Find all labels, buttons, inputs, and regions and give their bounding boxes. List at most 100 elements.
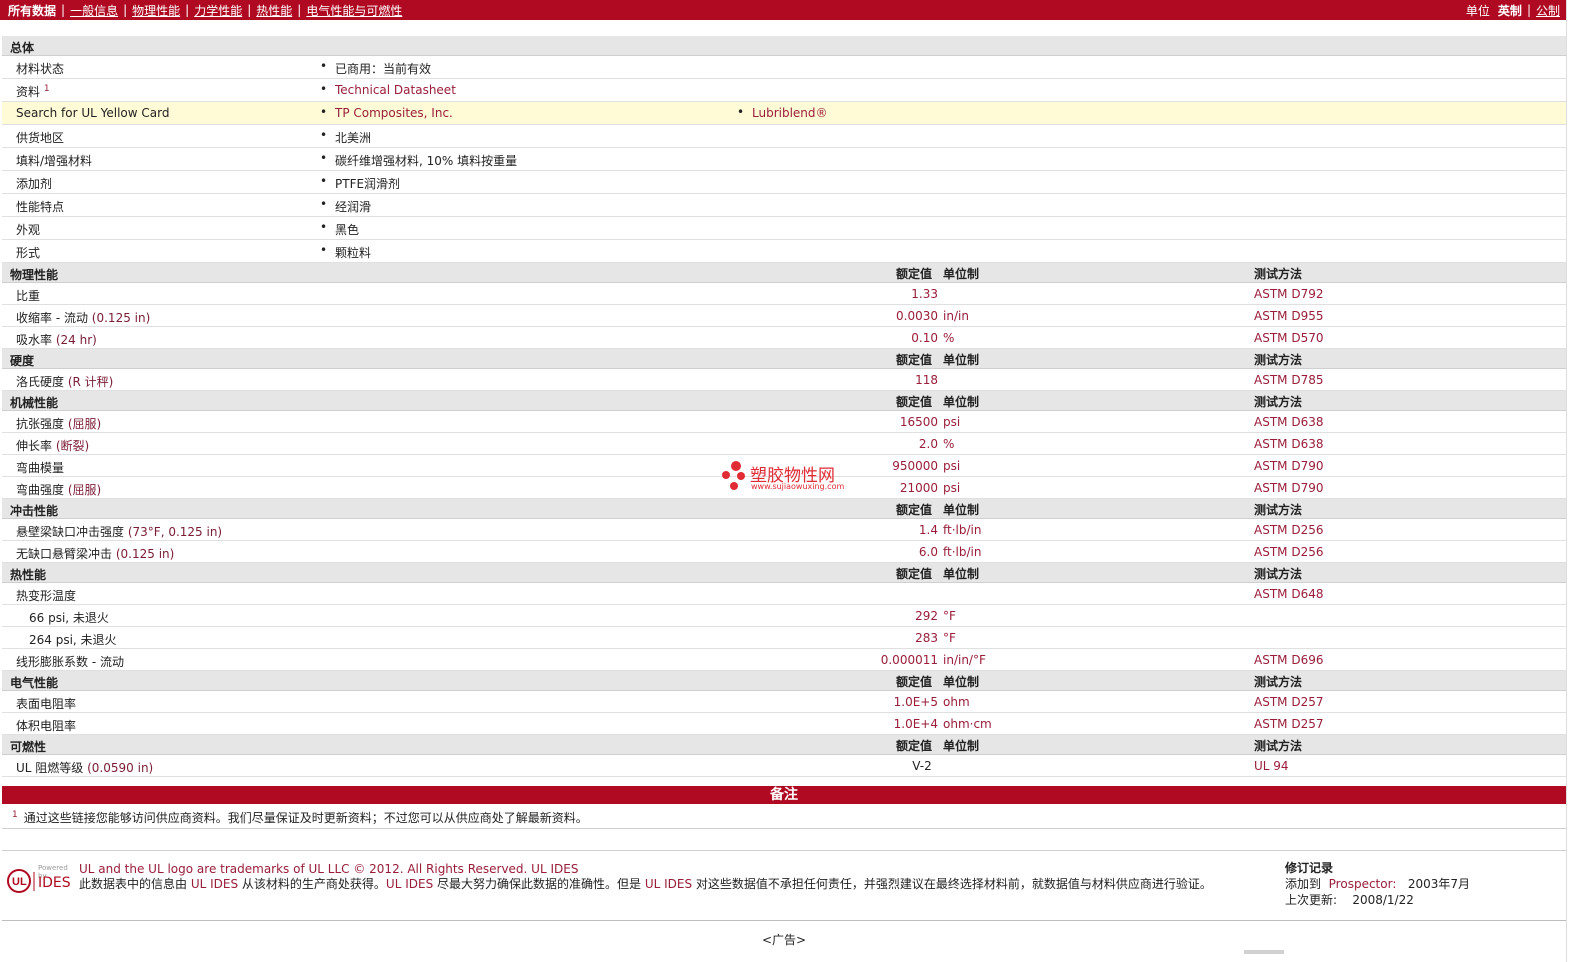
property-row: 热变形温度 ASTM D648 bbox=[2, 583, 1566, 605]
footnote-ref[interactable]: 1 bbox=[44, 84, 50, 94]
property-value: 6.0 bbox=[918, 545, 938, 559]
general-row: 供货地区 • 北美洲 bbox=[2, 125, 1566, 148]
units-label: 单位 bbox=[1465, 3, 1490, 18]
disclaimer-text: 对这些数据值不承担任何责任，并强烈建议在最终选择材料前，就数据值与材料供应商进行… bbox=[692, 877, 1212, 891]
nav-all-data[interactable]: 所有数据 bbox=[8, 2, 56, 19]
property-label: 弯曲模量 bbox=[16, 459, 64, 476]
divider bbox=[2, 850, 1566, 851]
revision-title: 修订记录 bbox=[1285, 861, 1334, 875]
general-label: 材料状态 bbox=[16, 60, 64, 77]
property-condition: (73°F, 0.125 in) bbox=[127, 525, 223, 539]
disclaimer-brand: UL IDES bbox=[644, 877, 693, 891]
section-title: 机械性能 bbox=[10, 396, 59, 410]
property-unit: in/in bbox=[943, 309, 969, 323]
property-value: 0.000011 bbox=[880, 653, 938, 667]
general-label: 性能特点 bbox=[16, 198, 64, 215]
property-name: 伸长率 bbox=[16, 439, 53, 453]
property-name: 弯曲强度 bbox=[16, 483, 65, 497]
property-label: 体积电阻率 bbox=[16, 717, 76, 734]
property-label: 热变形温度 bbox=[16, 587, 76, 604]
datasheet: 总体 材料状态 • 已商用：当前有效 资料 1 • Technical Datasheet S… bbox=[2, 36, 1566, 777]
property-row: 线形膨胀系数 - 流动 0.000011 in/in/°F ASTM D696 bbox=[2, 649, 1566, 671]
note-item: 1 通过这些链接您能够访问供应商资料。我们尽量保证及时更新资料；不过您可以从供应商… bbox=[12, 809, 588, 826]
test-method: ASTM D257 bbox=[1254, 717, 1324, 731]
unit-metric-link[interactable]: 公制 bbox=[1536, 2, 1560, 19]
disclaimer-text: 尽最大努力确保此数据的准确性。但是 bbox=[433, 877, 645, 891]
property-name: 表面电阻率 bbox=[16, 697, 77, 711]
property-condition: (0.125 in) bbox=[115, 547, 175, 561]
property-label: 66 psi, 未退火 bbox=[29, 609, 109, 626]
general-label: 资料 1 bbox=[16, 83, 50, 100]
scrollbar-thumb[interactable] bbox=[1244, 950, 1284, 954]
property-row: 66 psi, 未退火 292 °F bbox=[2, 605, 1566, 627]
nav-separator: | bbox=[247, 3, 252, 17]
bullet-icon: • bbox=[320, 128, 328, 142]
nav-general-info[interactable]: 一般信息 bbox=[70, 2, 118, 19]
note-number: 1 bbox=[12, 810, 18, 820]
property-label: 抗张强度 (屈服) bbox=[16, 415, 101, 432]
nav-mechanical[interactable]: 力学性能 bbox=[194, 2, 242, 19]
section-title: 物理性能 bbox=[10, 268, 59, 282]
property-unit: psi bbox=[943, 459, 961, 473]
property-row: UL 阻燃等级 (0.0590 in) V-2 UL 94 bbox=[2, 755, 1566, 777]
property-unit: psi bbox=[943, 481, 961, 495]
col-header-value: 额定值 bbox=[896, 503, 933, 517]
general-value-link[interactable]: TP Composites, Inc. bbox=[335, 106, 453, 120]
nav-electrical-flammability[interactable]: 电气性能与可燃性 bbox=[306, 2, 402, 19]
nav-physical[interactable]: 物理性能 bbox=[132, 2, 180, 19]
ad-label[interactable]: <广告> bbox=[762, 931, 806, 948]
property-value: 1.4 bbox=[918, 523, 938, 537]
disclaimer-text: 此数据表中的信息由 bbox=[79, 877, 191, 891]
section-header: 硬度 额定值 单位制 测试方法 bbox=[2, 349, 1566, 369]
bullet-icon: • bbox=[320, 174, 328, 188]
unit-english[interactable]: 英制 bbox=[1498, 2, 1522, 19]
general-value: 经润滑 bbox=[335, 200, 372, 214]
property-row: 伸长率 (断裂) 2.0% ASTM D638 bbox=[2, 433, 1566, 455]
property-row: 264 psi, 未退火 283 °F bbox=[2, 627, 1566, 649]
general-label-text: 添加剂 bbox=[16, 177, 53, 191]
property-row: 表面电阻率 1.0E+5 ohm ASTM D257 bbox=[2, 691, 1566, 713]
col-header-value: 额定值 bbox=[896, 739, 933, 753]
col-header-unit: 单位制 bbox=[943, 267, 980, 281]
section-header: 物理性能 额定值 单位制 测试方法 bbox=[2, 263, 1566, 283]
property-value: 0.0030 bbox=[896, 309, 938, 323]
col-header-method: 测试方法 bbox=[1254, 267, 1303, 281]
disclaimer-brand: UL IDES bbox=[190, 877, 239, 891]
nav-separator: | bbox=[1526, 3, 1531, 17]
property-unit: °F bbox=[943, 609, 956, 623]
general-value-link[interactable]: Technical Datasheet bbox=[335, 83, 456, 97]
disclaimer-text: 从该材料的生产商处获得。 bbox=[238, 877, 386, 891]
divider bbox=[2, 828, 1566, 829]
bullet-icon: • bbox=[320, 220, 328, 234]
property-unit: % bbox=[943, 331, 955, 345]
general-value: 颗粒料 bbox=[335, 246, 372, 260]
general-row: 外观 • 黑色 bbox=[2, 217, 1566, 240]
nav-separator: | bbox=[297, 3, 302, 17]
property-row: 洛氏硬度 (R 计秤) 118 ASTM D785 bbox=[2, 369, 1566, 391]
test-method: ASTM D792 bbox=[1254, 287, 1324, 301]
divider bbox=[2, 920, 1566, 921]
property-label: 比重 bbox=[16, 287, 40, 304]
property-name: 比重 bbox=[16, 289, 41, 303]
property-condition: (24 hr) bbox=[55, 333, 97, 347]
property-value: 1.0E+4 bbox=[893, 717, 938, 731]
unit-switcher: 单位 英制 | 公制 bbox=[1466, 2, 1560, 19]
nav-separator: | bbox=[185, 3, 190, 17]
section-nav: 所有数据 | 一般信息 | 物理性能 | 力学性能 | 热性能 | 电气性能与可… bbox=[8, 2, 402, 19]
col-header-method: 测试方法 bbox=[1254, 395, 1303, 409]
col-header-value: 额定值 bbox=[896, 267, 933, 281]
property-name: 无缺口悬臂梁冲击 bbox=[16, 547, 113, 561]
test-method: ASTM D790 bbox=[1254, 459, 1324, 473]
revision-added-label: 添加到 bbox=[1285, 877, 1322, 891]
section-title: 热性能 bbox=[10, 568, 47, 582]
general-label-text: 形式 bbox=[16, 246, 41, 260]
general-value-link[interactable]: Lubriblend® bbox=[752, 106, 828, 120]
property-name: 热变形温度 bbox=[16, 589, 77, 603]
nav-thermal[interactable]: 热性能 bbox=[256, 2, 292, 19]
property-label: 线形膨胀系数 - 流动 bbox=[16, 653, 124, 670]
disclaimer: 此数据表中的信息由 UL IDES 从该材料的生产商处获得。UL IDES 尽最… bbox=[79, 877, 1269, 892]
ul-ides-logo: UL Powered by IDES bbox=[6, 864, 74, 894]
property-value: 283 bbox=[915, 631, 938, 645]
property-row: 体积电阻率 1.0E+4 ohm·cm ASTM D257 bbox=[2, 713, 1566, 735]
test-method: ASTM D257 bbox=[1254, 695, 1324, 709]
